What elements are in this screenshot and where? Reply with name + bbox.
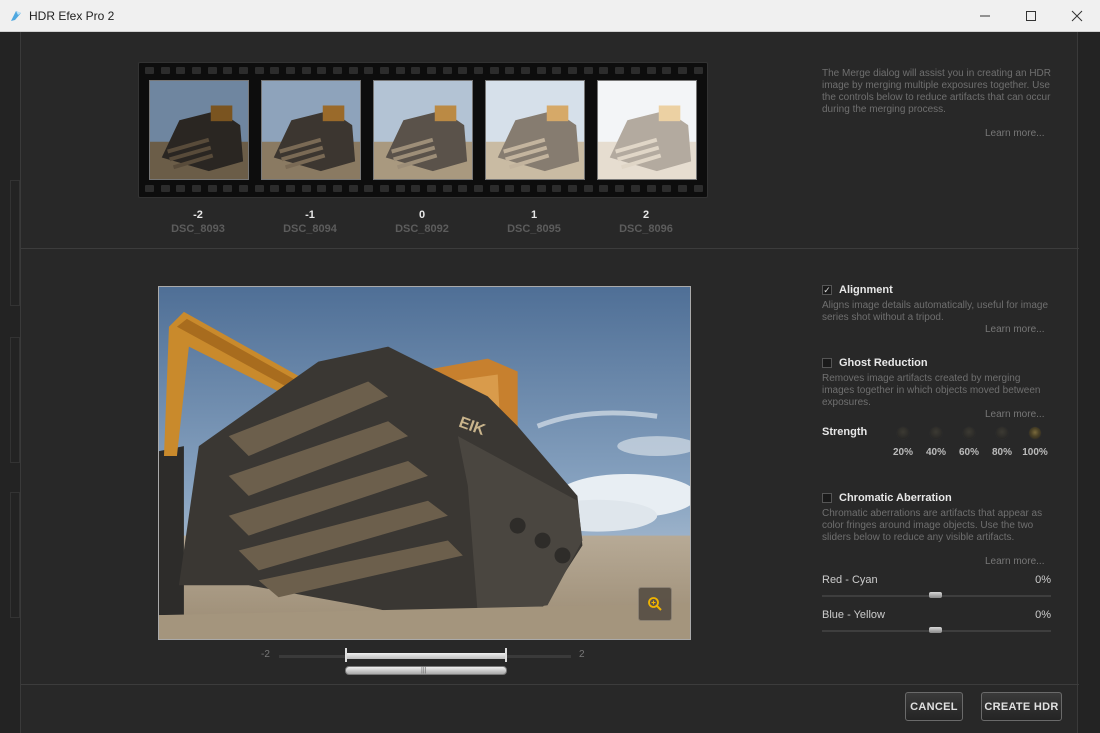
exposure-filename: DSC_8093 [171, 223, 225, 235]
slider-max-label: 2 [579, 649, 585, 660]
merge-dialog: -2 DSC_8093 -1 DSC_8094 0 DSC_8092 1 DSC… [20, 32, 1079, 733]
zoom-button[interactable] [638, 587, 672, 621]
section-divider [21, 248, 1079, 249]
grip-icon: ||| [421, 667, 427, 674]
strength-radio-100[interactable] [1028, 426, 1042, 440]
alignment-label: Alignment [839, 284, 893, 296]
footer-divider [21, 684, 1079, 685]
exposure-thumbnail[interactable] [597, 80, 697, 180]
exposure-label: 2 DSC_8096 [601, 209, 691, 235]
intro-learn-more-link[interactable]: Learn more... [985, 128, 1044, 139]
exposure-filmstrip [138, 62, 708, 198]
cancel-button[interactable]: CANCEL [905, 692, 963, 721]
exposure-thumbnail[interactable] [149, 80, 249, 180]
app-logo-icon [11, 11, 21, 21]
slider-min-label: -2 [261, 649, 270, 660]
chromatic-aberration-learn-more-link[interactable]: Learn more... [985, 556, 1044, 567]
intro-description: The Merge dialog will assist you in crea… [822, 68, 1051, 115]
chromatic-aberration-label: Chromatic Aberration [839, 492, 952, 504]
strength-option-label: 20% [892, 447, 913, 458]
background-panel [10, 337, 20, 463]
background-panel [10, 180, 20, 306]
strength-option-label: 100% [1022, 447, 1048, 458]
blue-yellow-label: Blue - Yellow [822, 609, 885, 621]
slider-range-end-marker [505, 648, 507, 662]
exposure-filename: DSC_8095 [507, 223, 561, 235]
background-app-left [0, 32, 20, 733]
title-bar: HDR Efex Pro 2 [0, 0, 1100, 32]
magnifier-icon [648, 597, 662, 611]
strength-radio-80[interactable] [995, 426, 1009, 440]
exposure-ev: 0 [418, 209, 426, 221]
minimize-icon [980, 15, 990, 17]
exposure-label: -2 DSC_8093 [153, 209, 243, 235]
filmstrip-sprockets-top [145, 67, 703, 75]
chromatic-aberration-checkbox[interactable] [822, 493, 832, 503]
close-button[interactable] [1054, 0, 1100, 32]
exposure-label: -1 DSC_8094 [265, 209, 355, 235]
exposure-ev: -2 [193, 209, 203, 221]
strength-option-label: 40% [925, 447, 946, 458]
strength-option-label: 80% [991, 447, 1012, 458]
exposure-ev: 1 [530, 209, 538, 221]
background-app-right [1078, 32, 1100, 733]
preview-exposure-slider[interactable]: -2 2 ||| [261, 646, 591, 676]
exposure-thumbnail[interactable] [485, 80, 585, 180]
ghost-reduction-checkbox[interactable] [822, 358, 832, 368]
ghost-reduction-label: Ghost Reduction [839, 357, 928, 369]
minimize-button[interactable] [962, 0, 1008, 32]
exposure-label: 0 DSC_8092 [377, 209, 467, 235]
slider-range-start-marker [345, 648, 347, 662]
close-icon [1071, 10, 1083, 22]
strength-option-label: 60% [958, 447, 979, 458]
ghost-reduction-learn-more-link[interactable]: Learn more... [985, 409, 1044, 420]
ghost-reduction-description: Removes image artifacts created by mergi… [822, 373, 1041, 408]
chromatic-aberration-description: Chromatic aberrations are artifacts that… [822, 508, 1043, 543]
exposure-thumbnail[interactable] [373, 80, 473, 180]
alignment-learn-more-link[interactable]: Learn more... [985, 324, 1044, 335]
maximize-icon [1026, 11, 1036, 21]
maximize-button[interactable] [1008, 0, 1054, 32]
strength-radio-20[interactable] [896, 426, 910, 440]
exposure-ev: 2 [642, 209, 650, 221]
blue-yellow-slider-knob[interactable] [929, 627, 942, 633]
filmstrip-sprockets-bottom [145, 185, 703, 193]
strength-radio-60[interactable] [962, 426, 976, 440]
red-cyan-slider-knob[interactable] [929, 592, 942, 598]
red-cyan-value: 0% [1035, 574, 1051, 586]
alignment-checkbox[interactable]: ✓ [822, 285, 832, 295]
slider-range-fill [346, 653, 506, 659]
background-panel [10, 492, 20, 618]
exposure-label: 1 DSC_8095 [489, 209, 579, 235]
red-cyan-label: Red - Cyan [822, 574, 878, 586]
exposure-thumbnail[interactable] [261, 80, 361, 180]
slider-scrollbar-handle[interactable]: ||| [345, 666, 507, 675]
exposure-filename: DSC_8096 [619, 223, 673, 235]
exposure-ev: -1 [305, 209, 315, 221]
strength-radio-40[interactable] [929, 426, 943, 440]
alignment-description: Aligns image details automatically, usef… [822, 300, 1049, 323]
create-hdr-button[interactable]: CREATE HDR [981, 692, 1062, 721]
exposure-filename: DSC_8094 [283, 223, 337, 235]
window-title: HDR Efex Pro 2 [29, 9, 115, 23]
blue-yellow-value: 0% [1035, 609, 1051, 621]
merge-preview-image: EIK [158, 286, 691, 640]
exposure-filename: DSC_8092 [395, 223, 449, 235]
strength-label: Strength [822, 426, 868, 438]
